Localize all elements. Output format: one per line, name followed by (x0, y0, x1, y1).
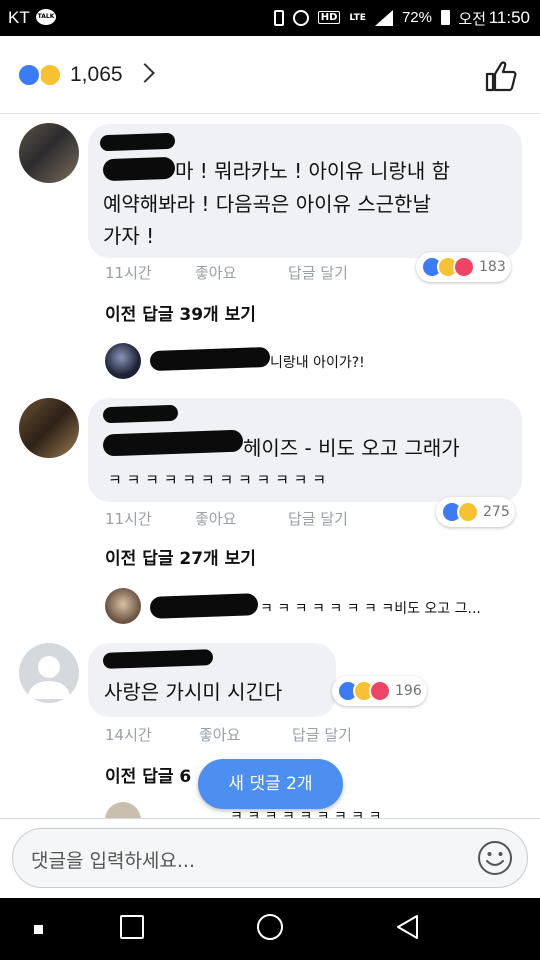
status-icons: HD LTE 72% (273, 9, 450, 26)
recent-apps-icon[interactable] (120, 915, 144, 939)
thumbs-up-icon[interactable] (484, 60, 518, 92)
reply-button[interactable]: 답글 달기 (288, 508, 348, 529)
comment-text: 예약해봐라 ! 다음곡은 아이유 스근한날 (103, 192, 431, 216)
avatar[interactable] (19, 123, 79, 183)
alarm-icon (292, 9, 309, 26)
like-button[interactable]: 좋아요 (195, 508, 236, 529)
hd-voice-icon: HD (317, 11, 341, 24)
android-nav-bar (0, 898, 540, 960)
battery-percent: 72% (401, 9, 432, 26)
reactions-header: 1,065 (0, 36, 540, 114)
reply-button[interactable]: 답글 달기 (288, 262, 348, 283)
redacted-name (102, 156, 176, 182)
view-previous-replies[interactable]: 이전 답글 39개 보기 (105, 300, 256, 325)
comment-input[interactable]: 댓글을 입력하세요... (12, 828, 528, 888)
emoji-smile-icon[interactable] (477, 840, 513, 876)
reply-button[interactable]: 답글 달기 (292, 724, 352, 745)
reaction-count[interactable]: 1,065 (70, 63, 123, 87)
chevron-right-icon[interactable] (135, 63, 155, 83)
comment-input-placeholder: 댓글을 입력하세요... (31, 850, 195, 872)
home-icon[interactable] (257, 914, 283, 940)
comment-composer: 댓글을 입력하세요... (0, 818, 540, 898)
redacted-name (102, 404, 179, 424)
kakaotalk-notification-icon: TALK (36, 9, 56, 25)
comment-text: 마 ! 뭐라카노 ! 아이유 니랑내 함 (175, 159, 450, 183)
comment-text: 헤이즈 - 비도 오고 그래가 (243, 436, 460, 460)
avatar[interactable] (19, 643, 79, 703)
comment-time: 11시간 (105, 264, 152, 282)
haha-reaction-icon (38, 63, 62, 87)
like-button[interactable]: 좋아요 (195, 262, 236, 283)
comment-time: 14시간 (105, 726, 152, 744)
avatar[interactable] (19, 398, 79, 458)
comment-text: 가자 ! (103, 224, 155, 248)
reaction-summary[interactable]: 196 (332, 676, 427, 706)
like-reaction-icon (17, 63, 41, 87)
comment-time: 11시간 (105, 510, 152, 528)
clock: 11:50 (488, 8, 530, 27)
view-previous-replies[interactable]: 이전 답글 6 (105, 762, 191, 787)
redacted-name (99, 132, 176, 152)
love-reaction-icon (453, 256, 475, 278)
avatar[interactable] (105, 588, 141, 624)
like-button[interactable]: 좋아요 (199, 724, 240, 745)
back-icon[interactable] (395, 914, 421, 940)
love-reaction-icon (369, 680, 391, 702)
reply-preview[interactable]: 니랑내 아이가?! (270, 352, 365, 372)
reply-preview[interactable]: ㅋ ㅋ ㅋ ㅋ ㅋ ㅋ ㅋ ㅋ비도 오고 그... (260, 598, 481, 618)
comment-text: 사랑은 가시미 시긴다 (104, 680, 283, 704)
battery-icon (441, 10, 450, 25)
haha-reaction-icon (457, 501, 479, 523)
reaction-count: 196 (395, 683, 422, 699)
comment-text: ㅋ ㅋ ㅋ ㅋ ㅋ ㅋ ㅋ ㅋ ㅋ ㅋ ㅋ ㅋ (108, 471, 327, 489)
reaction-count: 183 (479, 259, 506, 275)
lte-icon: LTE (349, 12, 366, 23)
carrier-label: KT (8, 8, 30, 27)
reaction-summary[interactable]: 183 (416, 252, 511, 282)
new-comments-button[interactable]: 새 댓글 2개 (198, 759, 343, 809)
time-ampm: 오전 (458, 10, 486, 28)
view-previous-replies[interactable]: 이전 답글 27개 보기 (105, 544, 256, 569)
menu-dot-icon[interactable] (34, 925, 43, 934)
status-bar: KT TALK HD LTE 72% 오전 11:50 (0, 0, 540, 36)
reaction-summary[interactable]: 275 (436, 497, 515, 527)
signal-icon (374, 9, 393, 26)
redacted-name (149, 346, 271, 372)
default-avatar-icon (27, 656, 71, 699)
avatar[interactable] (105, 343, 141, 379)
vibrate-icon (273, 9, 284, 26)
redacted-name (149, 593, 259, 619)
reaction-count: 275 (483, 504, 510, 520)
